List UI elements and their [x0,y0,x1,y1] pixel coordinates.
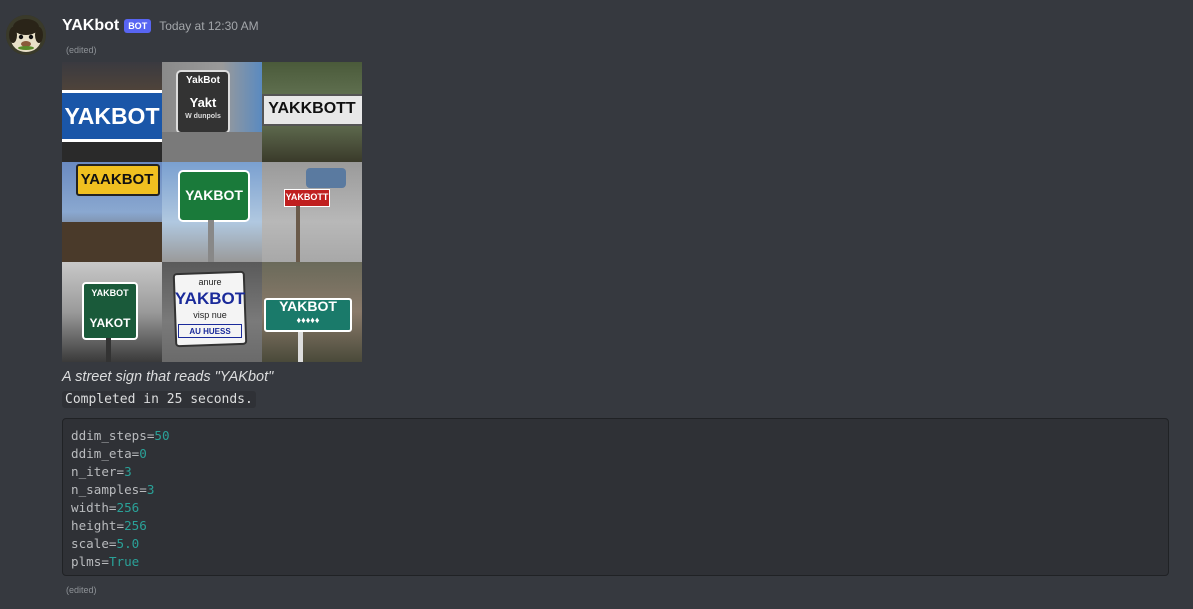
code-line: n_samples=3 [71,482,155,497]
param-key: height [71,518,117,533]
param-value: 3 [124,464,132,479]
param-key: ddim_steps [71,428,147,443]
sign-text: YAKBOT [185,187,243,203]
image-tile: YAKBOT [62,62,162,162]
sign-text: YAKBOT [174,289,246,308]
image-tile: YAKBOT [162,162,262,262]
sign-text: YakBot [186,74,220,86]
sign-text: anure [198,277,222,287]
code-line: plms=True [71,554,140,569]
param-key: n_iter [71,464,117,479]
sign-text: YAKBOTT [285,192,329,202]
param-value: 50 [154,428,170,443]
code-line: n_iter=3 [71,464,132,479]
image-tile: YakBot Yakt W dunpols [162,62,262,162]
username[interactable]: YAKbot [62,17,119,35]
chat-message: YAKbot BOT Today at 12:30 AM (edited) YA… [0,0,1193,609]
param-value: True [108,554,140,569]
generated-image-grid[interactable]: YAKBOT YakBot Yakt W dunpols YAKKBOTT YA… [62,62,362,362]
sign-text: YAKBOT [279,298,337,314]
param-key: plms [71,554,102,569]
sign-text: W dunpols [185,112,221,120]
param-value: 0 [139,446,147,461]
param-value: 256 [124,518,147,533]
param-key: scale [71,536,109,551]
bot-avatar[interactable] [6,15,46,55]
sign-text: YAAKBOT [80,170,154,188]
sign-text: visp nue [193,310,227,320]
sign-text: YAKBOT [91,288,129,298]
param-key: width [71,500,109,515]
message-header: YAKbot BOT Today at 12:30 AM [62,15,259,37]
image-tile: YAKBOT YAKOT [62,262,162,362]
image-tile: YAAKBOT [62,162,162,262]
image-tile: anure YAKBOT visp nue AU HUESS [162,262,262,362]
sign-text: Yakt [189,94,217,110]
param-key: ddim_eta [71,446,132,461]
param-value: 5.0 [116,536,140,551]
code-line: height=256 [71,518,147,533]
sign-text: AU HUESS [178,324,242,338]
image-tile: YAKBOTT [262,162,362,262]
param-key: n_samples [71,482,140,497]
sign-text: YAKOT [89,316,131,330]
bot-badge: BOT [124,19,152,33]
status-inline-code: Completed in 25 seconds. [62,391,256,408]
code-line: ddim_eta=0 [71,446,147,461]
sign-text: YAKKBOTT [268,100,356,117]
edited-label: (edited) [66,45,97,55]
code-line: ddim_steps=50 [71,428,170,443]
parameters-code-block[interactable]: ddim_steps=50 ddim_eta=0 n_iter=3 n_samp… [62,418,1169,576]
image-caption: A street sign that reads "YAKbot" [62,369,274,385]
sign-text: ♦♦♦♦♦ [296,315,320,325]
sign-text: YAKBOT [64,102,160,129]
image-tile: YAKBOT ♦♦♦♦♦ [262,262,362,362]
timestamp[interactable]: Today at 12:30 AM [159,19,258,33]
code-line: width=256 [71,500,140,515]
code-line: scale=5.0 [71,536,140,551]
image-tile: YAKKBOTT [262,62,362,162]
edited-label: (edited) [66,585,97,595]
param-value: 3 [146,482,155,497]
param-value: 256 [116,500,140,515]
